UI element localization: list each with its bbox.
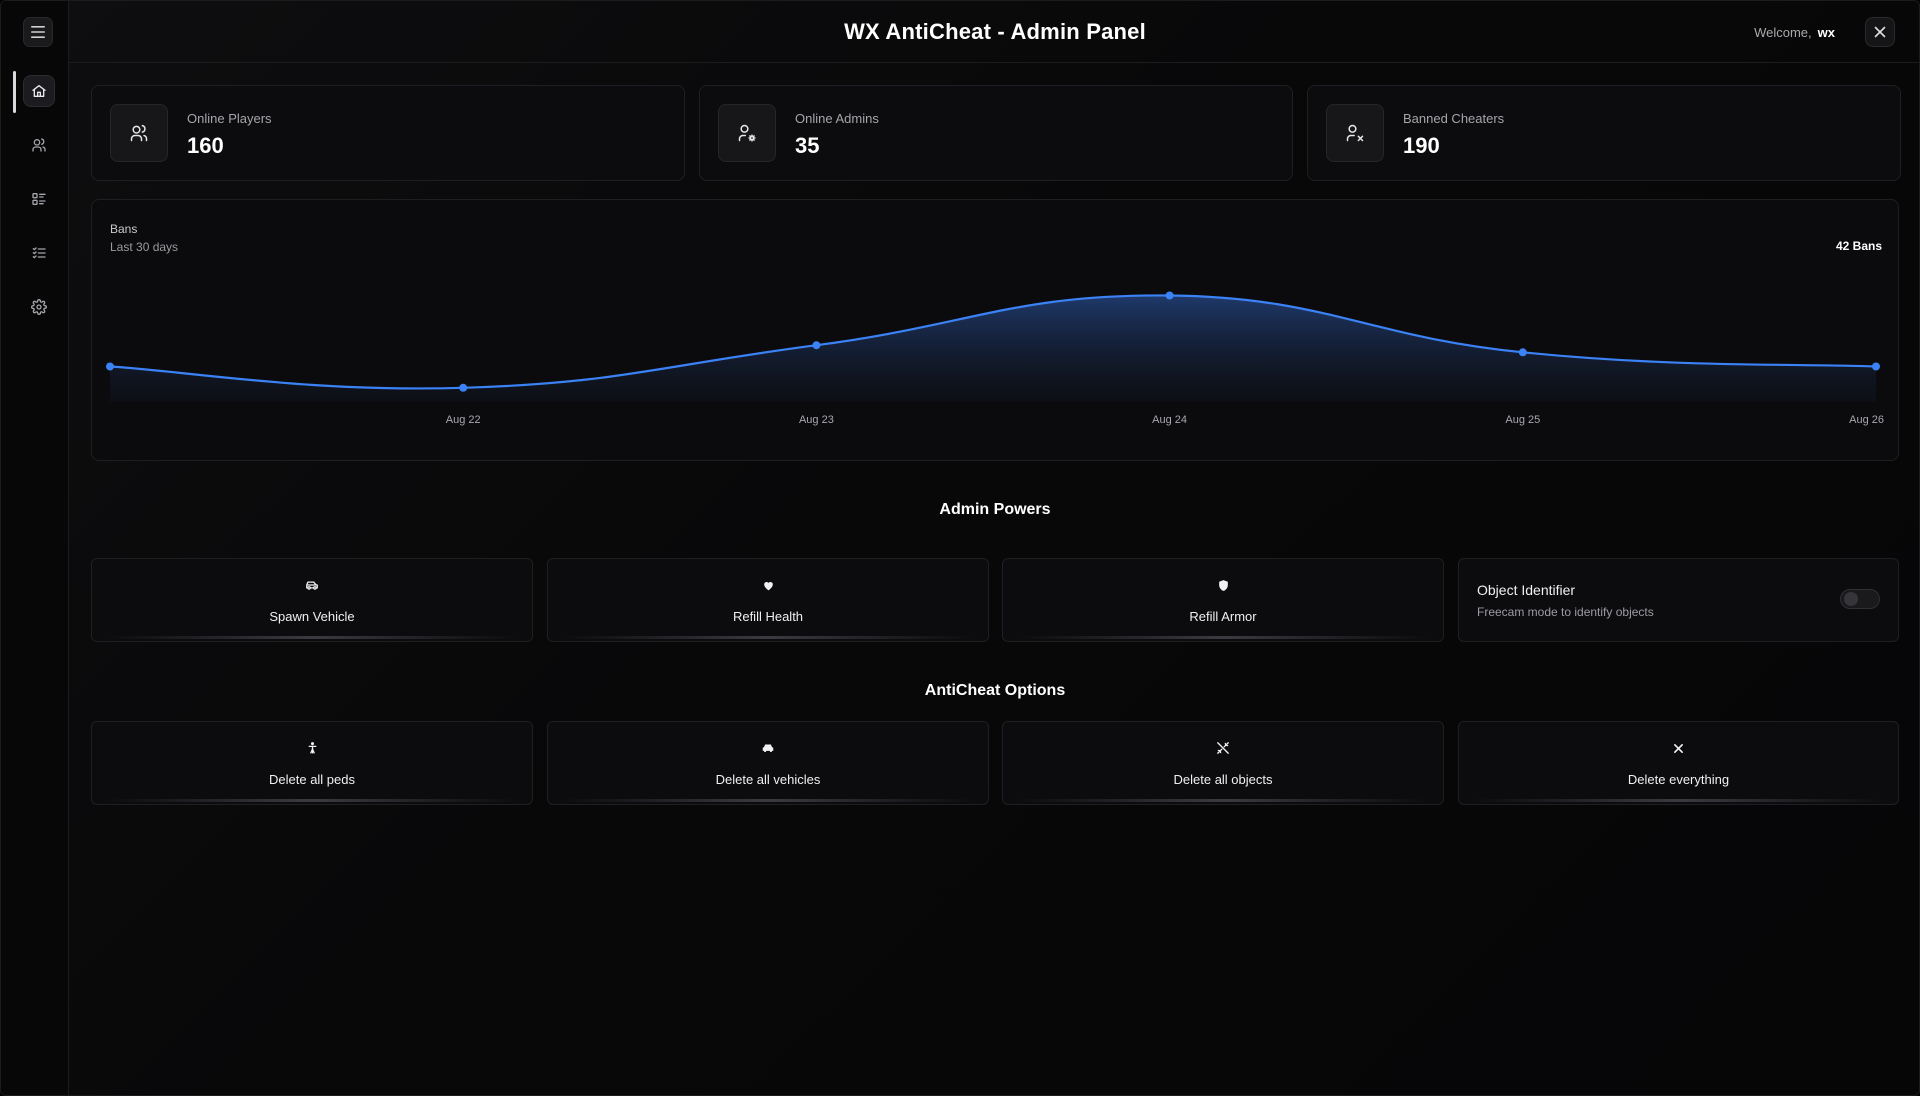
header: WX AntiCheat - Admin Panel Welcome, wx <box>69 1 1919 63</box>
sidebar-item-home[interactable] <box>23 75 55 107</box>
card-underline <box>1473 799 1884 802</box>
delete-everything-button[interactable]: Delete everything <box>1458 721 1899 805</box>
card-underline <box>106 799 518 802</box>
shield-icon <box>1003 577 1443 593</box>
chart-subtitle: Last 30 days <box>110 240 179 254</box>
chart-point[interactable] <box>1872 362 1880 371</box>
menu-button[interactable] <box>23 17 53 47</box>
stat-label: Online Admins <box>795 111 879 126</box>
chart-title: Bans <box>110 222 138 236</box>
card-underline <box>562 799 974 802</box>
action-label: Delete all peds <box>269 772 355 787</box>
stat-icon-box <box>110 104 168 162</box>
object-identifier-title: Object Identifier <box>1477 582 1576 598</box>
action-label: Refill Health <box>732 609 804 624</box>
x-tick-label: Aug 22 <box>446 414 481 426</box>
card-underline <box>106 636 518 639</box>
chart-point[interactable] <box>106 362 114 371</box>
section-title-anticheat-options: AntiCheat Options <box>924 682 1066 699</box>
car-icon <box>548 740 988 756</box>
stat-icon-box <box>718 104 776 162</box>
spawn-vehicle-button[interactable]: Spawn Vehicle <box>91 558 533 642</box>
delete-all-vehicles-button[interactable]: Delete all vehicles <box>547 721 989 805</box>
users-icon <box>130 124 148 142</box>
sidebar-item-players[interactable] <box>23 129 55 161</box>
action-label: Delete all objects <box>1173 772 1273 787</box>
sidebar <box>1 1 69 1095</box>
stat-value: 190 <box>1403 133 1440 158</box>
action-label: Delete all vehicles <box>715 772 821 787</box>
x-tick-label: Aug 25 <box>1505 414 1540 426</box>
stat-value: 160 <box>187 133 224 158</box>
delete-all-objects-button[interactable]: Delete all objects <box>1002 721 1444 805</box>
welcome-label: Welcome, <box>1754 25 1812 40</box>
page-title: WX AntiCheat - Admin Panel <box>844 19 1146 44</box>
hamburger-icon <box>31 26 45 38</box>
user-cog-icon <box>738 124 756 142</box>
users-icon <box>32 138 46 152</box>
stat-card-banned-cheaters: Banned Cheaters 190 <box>1307 85 1901 181</box>
x-tick-label: Aug 24 <box>1152 414 1187 426</box>
refill-armor-button[interactable]: Refill Armor <box>1002 558 1444 642</box>
welcome-text: Welcome, wx <box>1754 25 1835 40</box>
stat-card-online-admins: Online Admins 35 <box>699 85 1293 181</box>
close-button[interactable] <box>1865 17 1895 47</box>
refill-health-button[interactable]: Refill Health <box>547 558 989 642</box>
close-icon <box>1874 26 1886 38</box>
card-underline <box>1017 636 1429 639</box>
card-underline <box>1017 799 1429 802</box>
username: wx <box>1817 25 1835 40</box>
x-tick-label: Aug 23 <box>799 414 834 426</box>
stat-icon-box <box>1326 104 1384 162</box>
active-nav-indicator <box>13 71 16 113</box>
object-identifier-toggle[interactable] <box>1840 589 1880 609</box>
stat-card-online-players: Online Players 160 <box>91 85 685 181</box>
stat-label: Online Players <box>187 111 272 126</box>
bans-chart-card: Aug 22 Aug 23 Aug 24 Aug 25 Aug 26 Bans Last… <box>91 199 1899 461</box>
toggle-knob <box>1844 592 1858 606</box>
person-icon <box>92 740 532 756</box>
x-icon <box>1459 740 1898 756</box>
delete-all-peds-button[interactable]: Delete all peds <box>91 721 533 805</box>
section-title-admin-powers: Admin Powers <box>939 501 1051 518</box>
car-icon <box>92 577 532 593</box>
checklist-icon <box>32 247 46 259</box>
action-label: Delete everything <box>1627 772 1730 787</box>
x-tick-label: Aug 26 <box>1849 414 1884 426</box>
tools-off-icon <box>1003 740 1443 756</box>
user-x-icon <box>1346 124 1364 142</box>
stat-label: Banned Cheaters <box>1403 111 1505 126</box>
chart-point[interactable] <box>1518 348 1527 357</box>
sidebar-item-settings[interactable] <box>23 291 55 323</box>
gear-icon <box>31 299 47 315</box>
home-icon <box>32 85 46 97</box>
bans-area-chart: Aug 22 Aug 23 Aug 24 Aug 25 Aug 26 <box>106 291 1884 426</box>
sidebar-item-details[interactable] <box>23 183 55 215</box>
object-identifier-card: Object Identifier Freecam mode to identi… <box>1458 558 1899 642</box>
heart-icon <box>548 577 988 593</box>
admin-panel-window: WX AntiCheat - Admin Panel Welcome, wx On… <box>0 0 1920 1096</box>
sidebar-item-checklist[interactable] <box>23 237 55 269</box>
chart-total: 42 Bans <box>1835 239 1882 253</box>
action-label: Refill Armor <box>1189 609 1257 624</box>
chart-point[interactable] <box>459 383 468 392</box>
chart-point[interactable] <box>812 341 821 350</box>
chart-point[interactable] <box>1165 291 1174 300</box>
action-label: Spawn Vehicle <box>269 609 355 624</box>
list-details-icon <box>32 193 46 205</box>
card-underline <box>562 636 974 639</box>
object-identifier-description: Freecam mode to identify objects <box>1477 605 1654 619</box>
stat-value: 35 <box>795 133 820 158</box>
